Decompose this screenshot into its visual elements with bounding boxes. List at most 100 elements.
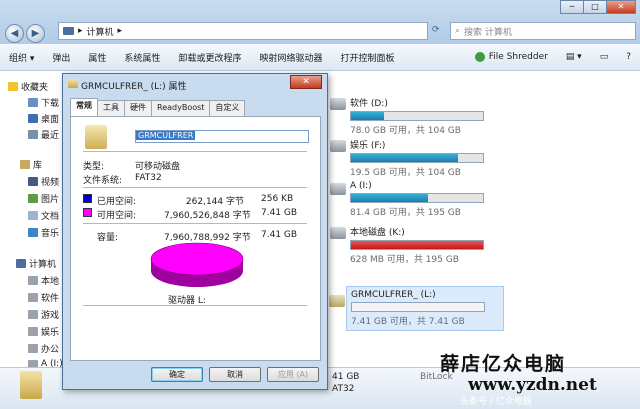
toolbar-control-panel[interactable]: 打开控制面板 (331, 51, 403, 64)
file-shredder-icon (474, 52, 485, 62)
nav-local[interactable]: 本地 (28, 274, 59, 287)
help-icon[interactable]: ? (617, 52, 640, 62)
tab-readyboost[interactable]: ReadyBoost (151, 100, 211, 116)
divider (83, 223, 307, 224)
tab-tools[interactable]: 工具 (97, 100, 125, 116)
ok-button[interactable]: 确定 (151, 367, 203, 382)
drive-icon (330, 183, 346, 195)
toolbar-map-drive[interactable]: 映射网络驱动器 (250, 51, 331, 64)
drive-name: 娱乐 (F:) (350, 141, 386, 151)
drive-icon (28, 310, 38, 319)
apply-button[interactable]: 应用 (A) (267, 367, 319, 382)
nav-desktop[interactable]: 桌面 (28, 112, 59, 125)
type-value: 可移动磁盘 (135, 162, 181, 172)
toolbar-properties[interactable]: 属性 (79, 51, 115, 64)
toolbar-file-shredder[interactable]: File Shredder (489, 52, 557, 62)
drive-icon (28, 276, 38, 285)
close-button[interactable]: ✕ (606, 0, 636, 14)
music-icon (28, 228, 38, 237)
divider (83, 305, 307, 306)
drive-k[interactable]: 本地磁盘 (K:) 628 MB 可用，共 195 GB (330, 225, 490, 265)
cancel-button[interactable]: 取消 (209, 367, 261, 382)
divider (83, 187, 307, 188)
back-button[interactable]: ◀ (5, 24, 24, 43)
disk-pie-top (150, 242, 244, 276)
search-box[interactable]: ⌕ 搜索 计算机 (450, 22, 636, 40)
nav-entertainment[interactable]: 娱乐 (28, 325, 59, 338)
toolbar-organize[interactable]: 组织 ▾ (0, 51, 43, 64)
nav-software[interactable]: 软件 (28, 291, 59, 304)
star-icon (8, 82, 18, 91)
toolbar-eject[interactable]: 弹出 (43, 51, 79, 64)
drive-icon (330, 140, 346, 152)
preview-pane-icon[interactable]: ▭ (591, 52, 618, 62)
nav-computer[interactable]: 计算机 (16, 257, 56, 270)
tab-hardware[interactable]: 硬件 (124, 100, 152, 116)
watermark-source: 头条号 / 亿众电脑 (460, 397, 532, 407)
navigation-pane: 收藏夹 下载 桌面 最近 库 视频 图片 文档 音乐 计算机 本地 软件 游戏 … (0, 71, 64, 408)
free-space-size: 7.41 GB (261, 208, 298, 218)
drive-usage-fill (351, 112, 384, 120)
drive-usage-fill (351, 194, 428, 202)
nav-games[interactable]: 游戏 (28, 308, 59, 321)
breadcrumb-chevron-icon[interactable]: ▸ (118, 26, 123, 36)
drive-name: GRMCULFRER_ (L:) (351, 290, 436, 300)
tab-general[interactable]: 常规 (70, 98, 98, 116)
minimize-button[interactable]: ─ (560, 0, 584, 14)
drive-free-space: 78.0 GB 可用，共 104 GB (350, 126, 461, 136)
drive-d[interactable]: 软件 (D:) 78.0 GB 可用，共 104 GB (330, 96, 490, 136)
capacity-size: 7.41 GB (261, 230, 298, 240)
search-input[interactable]: 搜索 计算机 (464, 25, 512, 38)
toolbar-system-properties[interactable]: 系统属性 (115, 51, 169, 64)
volume-name-input[interactable]: GRMCULFRER (135, 130, 309, 143)
video-icon (28, 177, 38, 186)
download-icon (28, 98, 38, 107)
drive-usage-bar (350, 153, 484, 163)
dialog-close-button[interactable]: ✕ (290, 75, 322, 89)
type-label: 类型: (83, 162, 105, 172)
drive-icon (28, 327, 38, 336)
usb-drive-icon (329, 295, 345, 307)
nav-documents[interactable]: 文档 (28, 209, 59, 222)
nav-downloads[interactable]: 下载 (28, 96, 59, 109)
drive-usage-bar (350, 240, 484, 250)
address-bar[interactable]: ▸ 计算机 ▸ (58, 22, 428, 40)
drive-icon (330, 98, 346, 110)
tab-customize[interactable]: 自定义 (209, 100, 246, 116)
library-icon (20, 160, 30, 169)
drive-f[interactable]: 娱乐 (F:) 19.5 GB 可用，共 104 GB (330, 138, 490, 178)
drive-free-space: 628 MB 可用，共 195 GB (350, 255, 459, 265)
watermark-title: 薛店亿众电脑 (440, 353, 567, 375)
drive-l-selected[interactable]: GRMCULFRER_ (L:) 7.41 GB 可用，共 7.41 GB (329, 286, 504, 331)
forward-button[interactable]: ▶ (26, 24, 45, 43)
nav-pictures[interactable]: 图片 (28, 192, 59, 205)
folder-icon (20, 371, 42, 399)
nav-favorites[interactable]: 收藏夹 (8, 80, 48, 93)
nav-recent[interactable]: 最近 (28, 128, 59, 141)
drive-i[interactable]: A (I:) 81.4 GB 可用，共 195 GB (330, 181, 490, 218)
watermark-url: www.yzdn.net (468, 375, 597, 395)
nav-videos[interactable]: 视频 (28, 175, 59, 188)
view-options-icon[interactable]: ▤ ▾ (557, 52, 591, 62)
nav-libraries[interactable]: 库 (20, 158, 42, 171)
drive-usage-bar (350, 111, 484, 121)
desktop-icon (28, 114, 38, 123)
breadcrumb[interactable]: 计算机 (87, 25, 114, 38)
maximize-button[interactable]: □ (583, 0, 607, 14)
nav-music[interactable]: 音乐 (28, 226, 59, 239)
used-space-swatch (83, 194, 92, 203)
search-icon: ⌕ (455, 26, 461, 36)
details-size: 41 GB (332, 372, 360, 382)
nav-office[interactable]: 办公 (28, 342, 59, 355)
drive-usage-fill (351, 154, 458, 162)
disk-usage-pie (150, 242, 244, 287)
used-space-bytes: 262,144 字节 (185, 197, 244, 207)
dialog-tabs: 常规 工具 硬件 ReadyBoost 自定义 (70, 98, 246, 116)
breadcrumb-separator-icon: ▸ (78, 26, 83, 36)
document-icon (28, 211, 38, 220)
free-space-label: 可用空间: (97, 211, 137, 221)
drive-icon (28, 344, 38, 353)
toolbar-uninstall[interactable]: 卸载或更改程序 (169, 51, 250, 64)
refresh-icon[interactable]: ⟳ (432, 25, 440, 35)
window-titlebar: ◀ ▶ ▸ 计算机 ▸ ⟳ ⌕ 搜索 计算机 ─ □ ✕ (0, 0, 640, 44)
